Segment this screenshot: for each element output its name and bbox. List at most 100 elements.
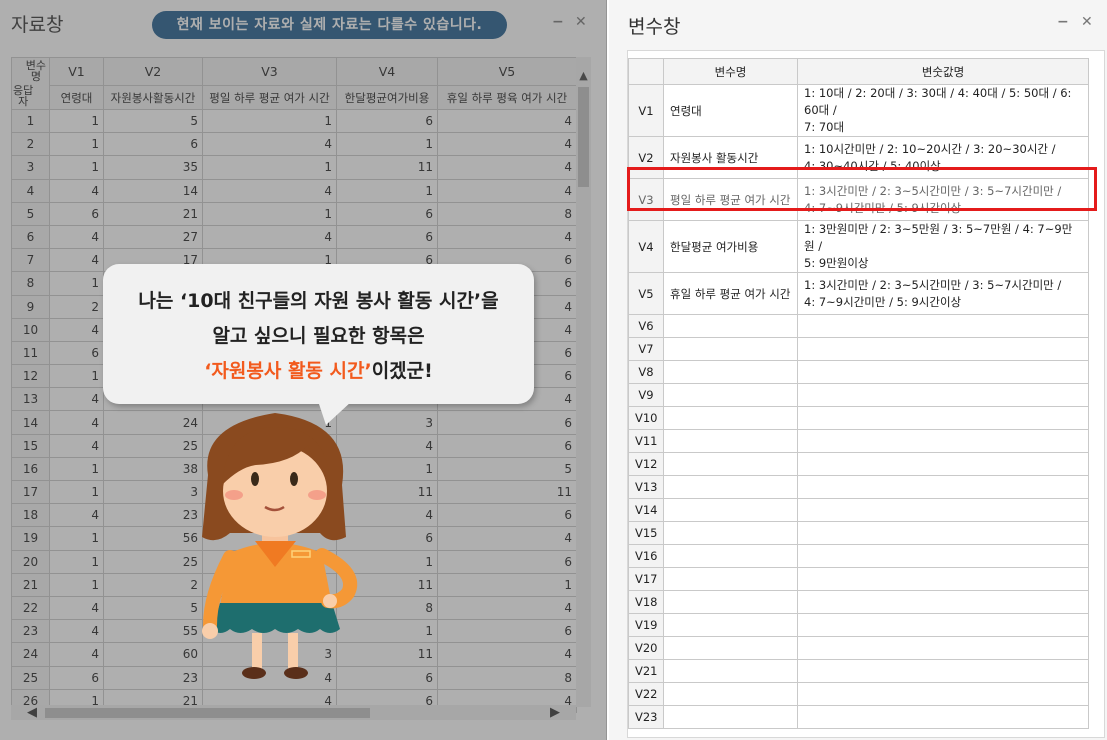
variable-row[interactable]: V5 휴일 하루 평균 여가 시간 1: 3시간미만 / 2: 3~5시간미만 / … [628, 272, 1089, 315]
variable-name[interactable] [663, 567, 798, 591]
variable-value-labels[interactable] [797, 360, 1089, 384]
variable-name[interactable] [663, 475, 798, 499]
variable-id: V13 [628, 475, 664, 499]
variable-id-header [628, 58, 664, 85]
variable-row[interactable]: V9 [628, 383, 1089, 407]
variable-name[interactable] [663, 659, 798, 683]
variable-value-labels[interactable] [797, 383, 1089, 407]
variable-row[interactable]: V1 연령대 1: 10대 / 2: 20대 / 3: 30대 / 4: 40대 /… [628, 84, 1089, 137]
speech-line-1: 나는 ‘10대 친구들의 자원 봉사 활동 시간’을 [138, 290, 499, 312]
variable-values-header: 변숫값명 [797, 58, 1089, 85]
variable-name[interactable] [663, 705, 798, 729]
variable-name: 한달평균 여가비용 [663, 220, 798, 273]
variable-window: 변수창 − ✕ 변수명 변숫값명 V1 연령대 1: 10대 / 2: 20대 / … [609, 0, 1107, 740]
variable-id: V6 [628, 314, 664, 338]
speech-line-2: 알고 싶으니 필요한 항목은 [212, 325, 425, 347]
variable-row[interactable]: V6 [628, 314, 1089, 338]
variable-value-labels: 1: 3만원미만 / 2: 3~5만원 / 3: 5~7만원 / 4: 7~9만… [797, 220, 1089, 273]
variable-id: V21 [628, 659, 664, 683]
variable-name-header: 변수명 [663, 58, 798, 85]
variable-value-labels[interactable] [797, 567, 1089, 591]
variable-value-labels[interactable] [797, 475, 1089, 499]
variable-value-labels[interactable] [797, 613, 1089, 637]
variable-id: V7 [628, 337, 664, 361]
variable-id: V19 [628, 613, 664, 637]
variable-row[interactable]: V18 [628, 590, 1089, 614]
variable-value-labels[interactable] [797, 406, 1089, 430]
variable-row[interactable]: V20 [628, 636, 1089, 660]
variable-value-labels[interactable] [797, 521, 1089, 545]
variable-row[interactable]: V15 [628, 521, 1089, 545]
variable-value-labels[interactable] [797, 682, 1089, 706]
variable-name[interactable] [663, 498, 798, 522]
speech-bubble: 나는 ‘10대 친구들의 자원 봉사 활동 시간’을 알고 싶으니 필요한 항목… [103, 264, 534, 404]
variable-name[interactable] [663, 590, 798, 614]
variable-row[interactable]: V14 [628, 498, 1089, 522]
data-window: 자료창 현재 보이는 자료와 실제 자료는 다를수 있습니다. − ✕ 변수 명… [0, 0, 607, 740]
variable-name[interactable] [663, 429, 798, 453]
variable-window-title: 변수창 [628, 16, 681, 38]
variable-name[interactable] [663, 521, 798, 545]
variable-value-labels: 1: 10대 / 2: 20대 / 3: 30대 / 4: 40대 / 5: 5… [797, 84, 1089, 137]
selected-variable-outline [627, 167, 1097, 211]
variable-row[interactable]: V12 [628, 452, 1089, 476]
variable-close-button[interactable]: ✕ [1081, 14, 1093, 30]
variable-minimize-button[interactable]: − [1057, 14, 1069, 30]
speech-highlight: ‘자원봉사 활동 시간’ [204, 360, 372, 382]
variable-row[interactable]: V17 [628, 567, 1089, 591]
variable-id: V12 [628, 452, 664, 476]
variable-name[interactable] [663, 636, 798, 660]
variable-row[interactable]: V22 [628, 682, 1089, 706]
variable-name[interactable] [663, 337, 798, 361]
variable-name[interactable] [663, 613, 798, 637]
variable-value-labels[interactable] [797, 337, 1089, 361]
variable-row[interactable]: V13 [628, 475, 1089, 499]
variable-row[interactable]: V16 [628, 544, 1089, 568]
variable-id: V8 [628, 360, 664, 384]
variable-row[interactable]: V21 [628, 659, 1089, 683]
variable-row[interactable]: V10 [628, 406, 1089, 430]
variable-value-labels[interactable] [797, 429, 1089, 453]
variable-value-labels[interactable] [797, 314, 1089, 338]
variable-id: V17 [628, 567, 664, 591]
variable-id: V11 [628, 429, 664, 453]
variable-name[interactable] [663, 452, 798, 476]
variable-id: V22 [628, 682, 664, 706]
variable-value-labels: 1: 3시간미만 / 2: 3~5시간미만 / 3: 5~7시간미만 / 4: … [797, 272, 1089, 315]
girl-character-illustration [202, 413, 358, 679]
variable-id: V18 [628, 590, 664, 614]
variable-row[interactable]: V7 [628, 337, 1089, 361]
variable-name[interactable] [663, 544, 798, 568]
variable-row[interactable]: V19 [628, 613, 1089, 637]
variable-value-labels[interactable] [797, 498, 1089, 522]
variable-id: V10 [628, 406, 664, 430]
variable-value-labels[interactable] [797, 452, 1089, 476]
variable-row[interactable]: V11 [628, 429, 1089, 453]
speech-line-3-rest: 이겠군! [371, 360, 433, 382]
variable-id: V15 [628, 521, 664, 545]
variable-name[interactable] [663, 360, 798, 384]
variable-value-labels[interactable] [797, 636, 1089, 660]
variable-name[interactable] [663, 682, 798, 706]
variable-id: V1 [628, 84, 664, 137]
variable-id: V5 [628, 272, 664, 315]
variable-id: V16 [628, 544, 664, 568]
variable-value-labels[interactable] [797, 544, 1089, 568]
variable-row[interactable]: V8 [628, 360, 1089, 384]
variable-value-labels[interactable] [797, 705, 1089, 729]
variable-name[interactable] [663, 314, 798, 338]
variable-row[interactable]: V23 [628, 705, 1089, 729]
variable-table: 변수명 변숫값명 V1 연령대 1: 10대 / 2: 20대 / 3: 30대 /… [628, 58, 1089, 729]
variable-value-labels[interactable] [797, 590, 1089, 614]
variable-name[interactable] [663, 383, 798, 407]
variable-name: 휴일 하루 평균 여가 시간 [663, 272, 798, 315]
variable-id: V23 [628, 705, 664, 729]
variable-name[interactable] [663, 406, 798, 430]
variable-panel: 변수명 변숫값명 V1 연령대 1: 10대 / 2: 20대 / 3: 30대 /… [627, 50, 1105, 738]
variable-row[interactable]: V4 한달평균 여가비용 1: 3만원미만 / 2: 3~5만원 / 3: 5~7만… [628, 220, 1089, 273]
variable-value-labels[interactable] [797, 659, 1089, 683]
variable-id: V4 [628, 220, 664, 273]
variable-id: V9 [628, 383, 664, 407]
variable-id: V14 [628, 498, 664, 522]
variable-name: 연령대 [663, 84, 798, 137]
